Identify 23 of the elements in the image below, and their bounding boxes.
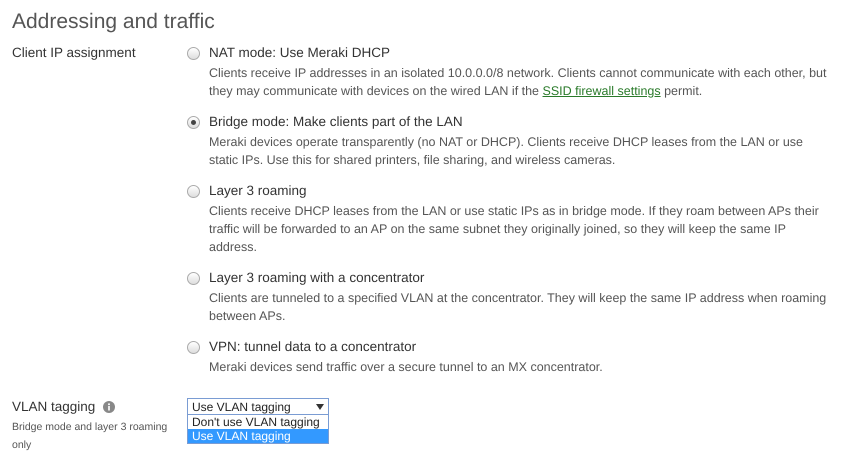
option-description: Clients receive IP addresses in an isolated 10.0.0.0/8 network. Clients cannot communicate with each other, but they may communicate with devices on the wired LAN if the SSID firewall settings permit. bbox=[209, 65, 828, 100]
field-label: VLAN tagging bbox=[12, 398, 96, 416]
option-label[interactable]: Layer 3 roaming with a concentrator bbox=[209, 269, 834, 287]
option-label[interactable]: Bridge mode: Make clients part of the LAN bbox=[209, 113, 834, 131]
option-description: Clients are tunneled to a specified VLAN at the concentrator. They will keep the same IP address when roaming between APs. bbox=[209, 290, 828, 325]
section-title: Addressing and traffic bbox=[12, 9, 216, 35]
caret-icon bbox=[316, 404, 324, 410]
dropdown[interactable]: Use VLAN tagging bbox=[187, 398, 329, 415]
option-label[interactable]: Layer 3 roaming bbox=[209, 182, 834, 200]
option-description: Clients receive DHCP leases from the LAN or use static IPs as in bridge mode. If they roam between APs their traffic will be forwarded to an AP on the same subnet they originally joined, so they will keep the same IP address. bbox=[209, 203, 820, 256]
radio-button[interactable] bbox=[187, 272, 200, 285]
field-label: Client IP assignment bbox=[12, 44, 137, 62]
link[interactable]: SSID firewall settings bbox=[542, 84, 661, 98]
radio-button[interactable] bbox=[187, 341, 200, 354]
option-label[interactable]: NAT mode: Use Meraki DHCP bbox=[209, 44, 834, 62]
info-icon[interactable] bbox=[103, 401, 116, 413]
option-label[interactable]: VPN: tunnel data to a concentrator bbox=[209, 338, 834, 356]
radio-button[interactable] bbox=[187, 116, 200, 129]
radio-button[interactable] bbox=[187, 185, 200, 198]
radio-button[interactable] bbox=[187, 47, 200, 60]
hint-text: Bridge mode and layer 3 roaming only bbox=[12, 420, 168, 453]
option-description: Meraki devices send traffic over a secure tunnel to an MX concentrator. bbox=[209, 359, 604, 376]
option-description: Meraki devices operate transparently (no NAT or DHCP). Clients receive DHCP leases from the LAN or use static IPs. Use this for shared printers, file sharing, and wireless cameras. bbox=[209, 134, 804, 169]
